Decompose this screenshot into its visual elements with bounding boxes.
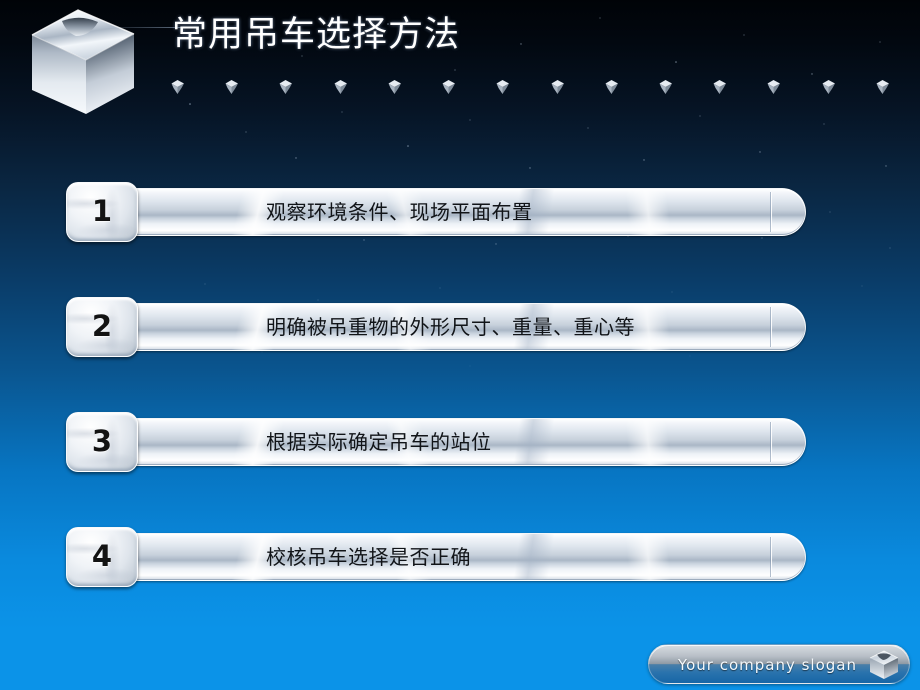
cube-icon — [876, 80, 889, 94]
chrome-cube-logo-icon — [31, 9, 135, 114]
cube-icon — [279, 80, 293, 94]
cube-icon — [388, 80, 401, 94]
step-number: 1 — [91, 194, 113, 228]
page-title: 常用吊车选择方法 — [172, 15, 461, 54]
step-number-badge: 4 — [66, 527, 138, 587]
step-number-badge: 3 — [66, 412, 138, 472]
step-number: 2 — [91, 309, 113, 343]
footer-slogan-bar[interactable]: Your company slogan — [648, 644, 910, 684]
mini-cube-row — [170, 78, 890, 96]
cube-icon — [171, 80, 184, 94]
step-label: 明确被吊重物的外形尺寸、重量、重心等 — [266, 317, 635, 339]
cube-icon — [496, 80, 510, 94]
cube-icon — [605, 80, 618, 94]
step-number-badge: 2 — [66, 297, 138, 357]
step-number-badge: 1 — [66, 182, 138, 242]
cube-icon — [225, 80, 239, 94]
step-label: 观察环境条件、现场平面布置 — [266, 202, 533, 224]
cube-icon — [767, 80, 781, 94]
cube-icon — [822, 80, 835, 94]
footer-slogan-label: Your company slogan — [677, 656, 857, 674]
cube-icon — [334, 80, 347, 94]
step-label: 根据实际确定吊车的站位 — [266, 432, 492, 454]
cube-icon — [442, 80, 456, 94]
cube-icon-footer — [869, 650, 899, 679]
cube-icon — [659, 80, 672, 94]
step-label: 校核吊车选择是否正确 — [266, 547, 471, 569]
cube-icon — [713, 80, 727, 94]
presentation-slide: 常用吊车选择方法 观察环境条件、现场平面布置 1 明确被吊重物的外形尺寸、重量、… — [0, 0, 920, 690]
cube-icon — [551, 80, 564, 94]
step-number: 4 — [91, 539, 113, 573]
step-number: 3 — [91, 424, 113, 458]
